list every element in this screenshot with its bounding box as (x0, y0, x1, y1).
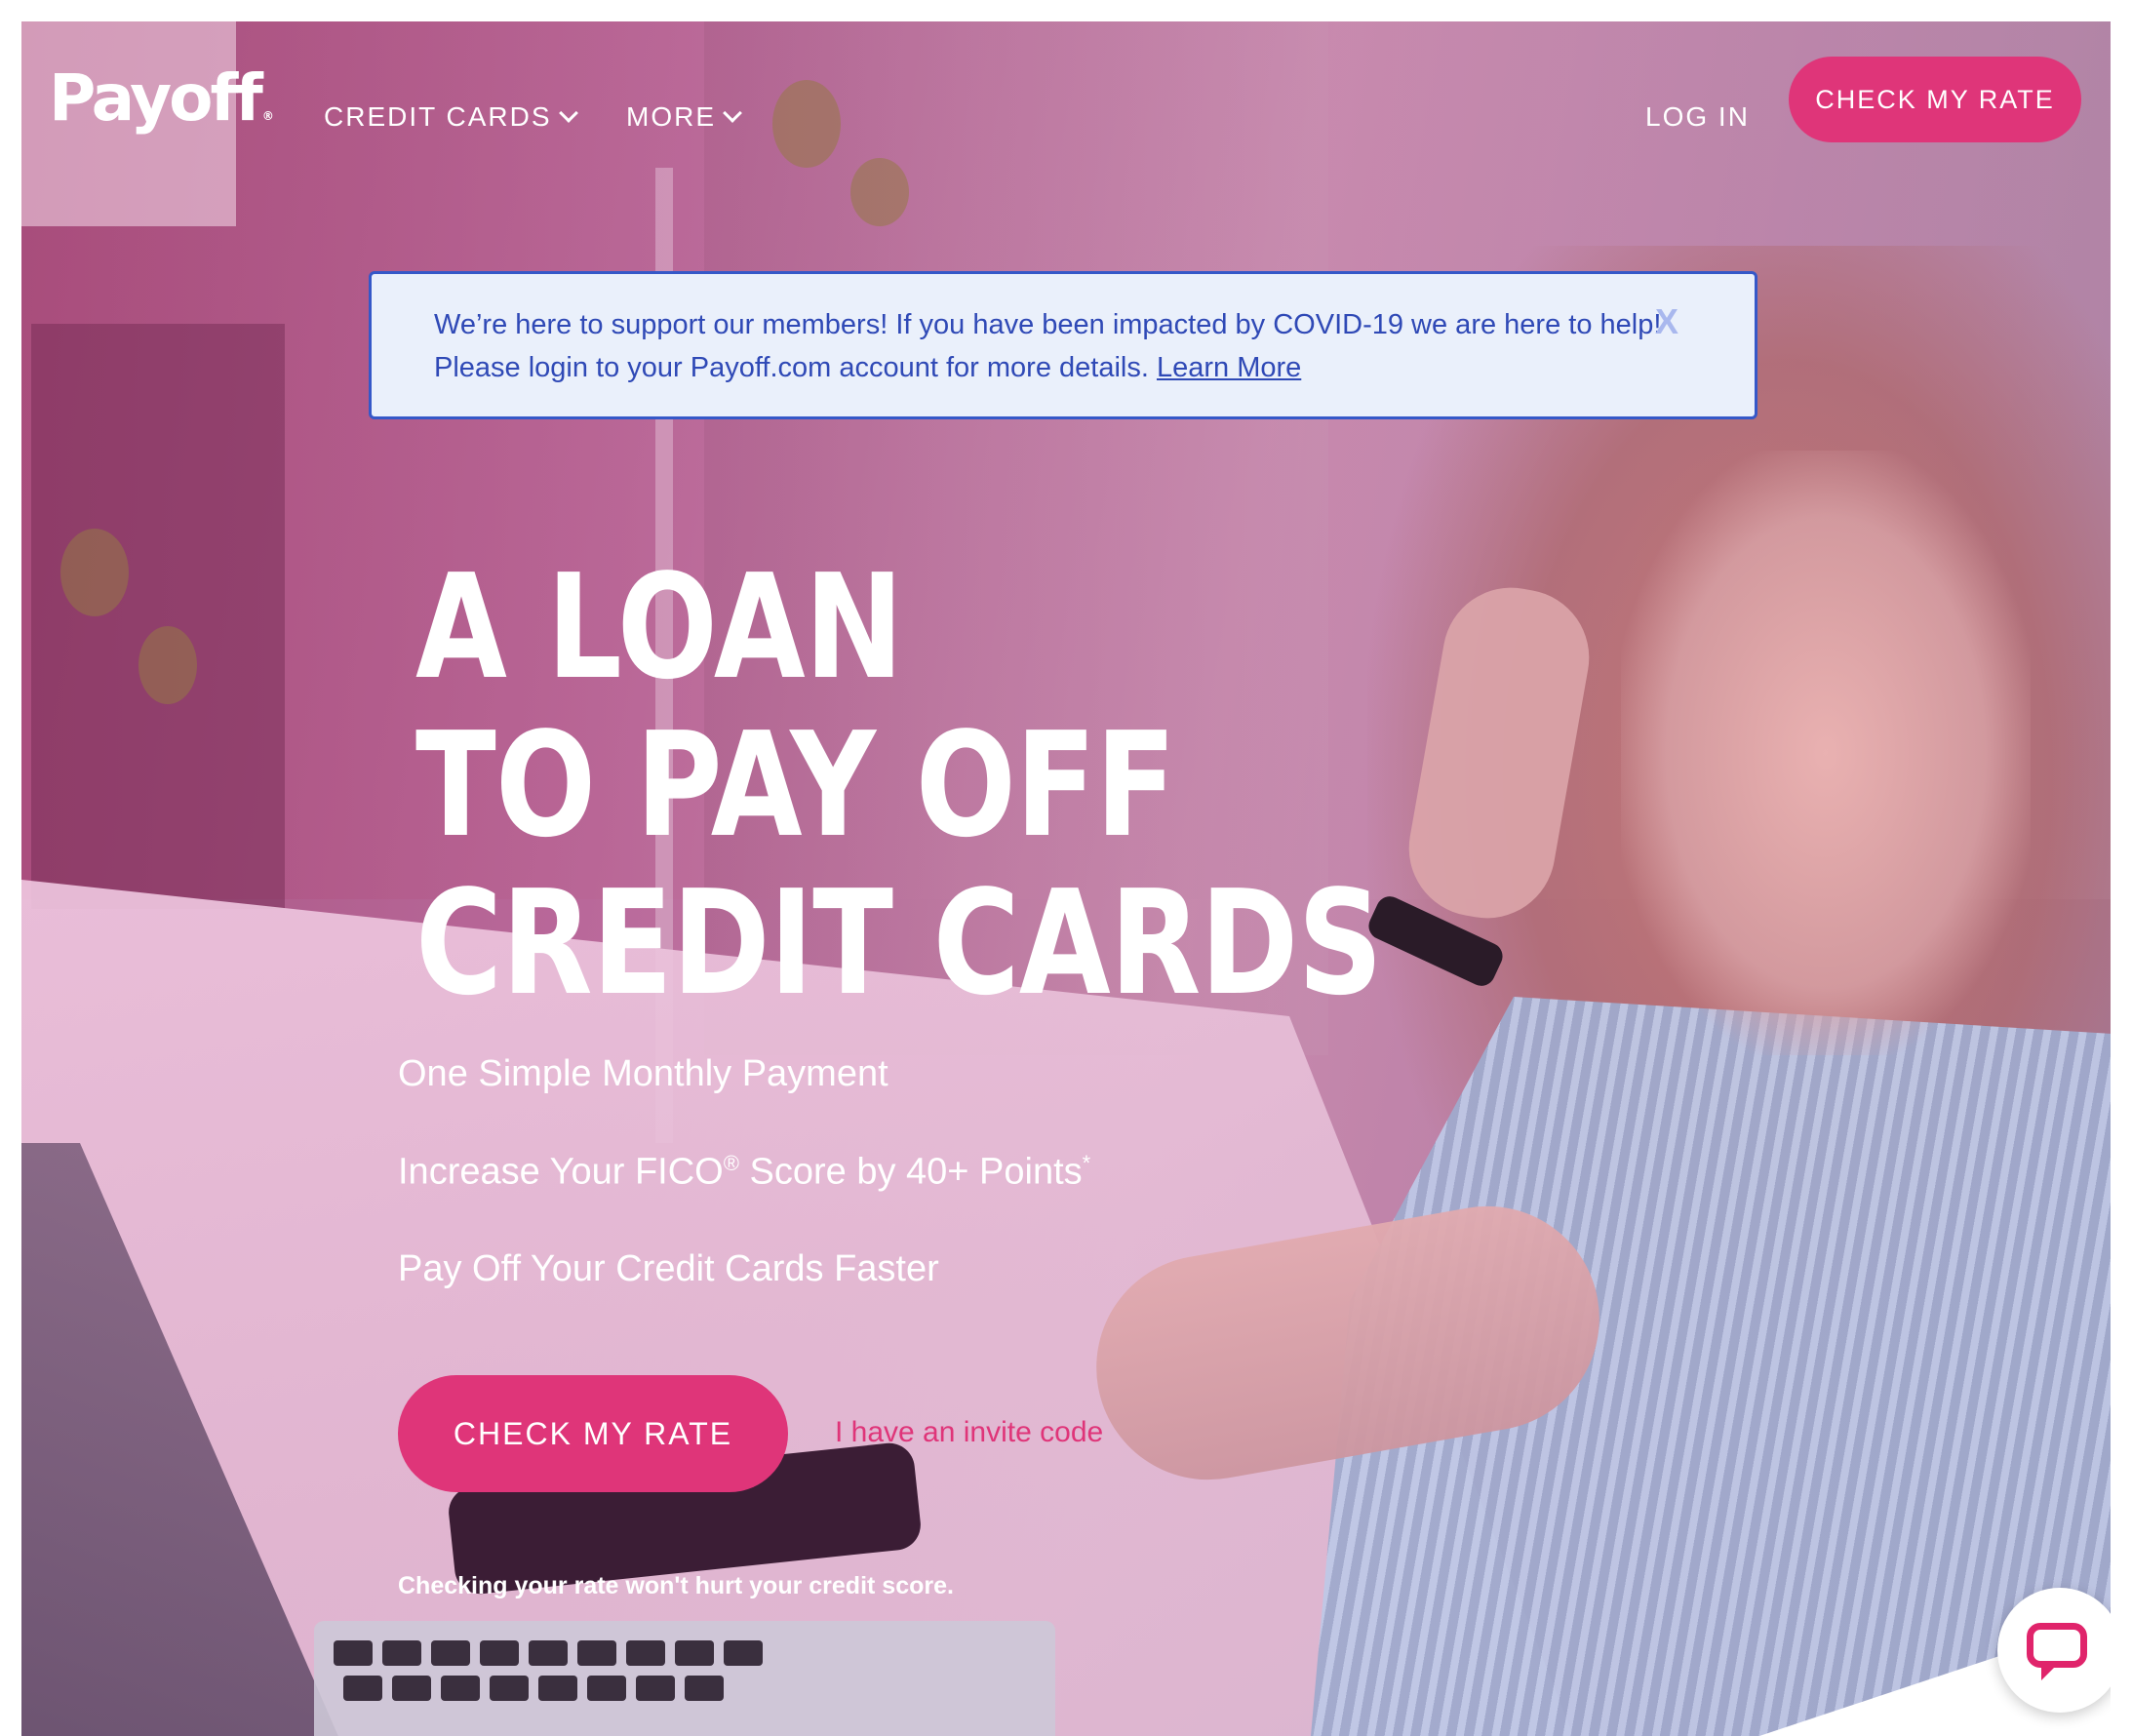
footnote-asterisk: * (1082, 1151, 1091, 1175)
logo-registered-mark: ® (261, 109, 274, 123)
learn-more-link[interactable]: Learn More (1157, 352, 1301, 383)
benefit-fico-score: Increase Your FICO® Score by 40+ Points* (398, 1151, 1090, 1194)
benefit-fico-prefix: Increase Your FICO (398, 1151, 724, 1193)
nav-more[interactable]: MORE (626, 101, 742, 133)
nav-more-label: MORE (626, 101, 716, 132)
hero-check-rate-button[interactable]: CHECK MY RATE (398, 1375, 788, 1492)
benefit-fico-suffix: Score by 40+ Points (738, 1151, 1083, 1193)
site-header: Payoff ® CREDIT CARDS MORE LOG IN CHECK M… (21, 21, 2111, 178)
credit-score-disclaimer: Checking your rate won't hurt your credi… (398, 1572, 954, 1599)
chevron-down-icon (723, 103, 742, 123)
hero-title: A LOAN TO PAY OFF CREDIT CARDS (415, 543, 1383, 1027)
covid-alert-banner: We’re here to support our members! If yo… (369, 271, 1757, 419)
hero-title-line: A LOAN (415, 543, 903, 711)
alert-text: We’re here to support our members! If yo… (434, 309, 1662, 383)
login-link[interactable]: LOG IN (1645, 101, 1750, 133)
background-panel (31, 324, 285, 909)
page-viewport: Payoff ® CREDIT CARDS MORE LOG IN CHECK M… (21, 21, 2111, 1736)
close-icon[interactable]: X (1655, 301, 1678, 342)
background-leaf (138, 626, 197, 704)
hero-title-line: TO PAY OFF (415, 701, 1176, 869)
alert-message: We’re here to support our members! If yo… (434, 303, 1673, 389)
payoff-logo[interactable]: Payoff ® (49, 60, 274, 136)
header-check-rate-button[interactable]: CHECK MY RATE (1789, 57, 2081, 142)
logo-text: Payoff (49, 60, 263, 136)
background-person-face (1621, 451, 2031, 1055)
benefit-monthly-payment: One Simple Monthly Payment (398, 1053, 888, 1094)
chat-bubble-icon (2027, 1623, 2087, 1680)
chat-widget-button[interactable] (1997, 1588, 2111, 1713)
hero-title-line: CREDIT CARDS (415, 859, 1383, 1027)
nav-credit-cards-label: CREDIT CARDS (324, 101, 552, 132)
benefit-pay-faster: Pay Off Your Credit Cards Faster (398, 1248, 939, 1289)
chevron-down-icon (558, 103, 578, 123)
background-leaf (60, 529, 129, 616)
invite-code-link[interactable]: I have an invite code (835, 1416, 1103, 1449)
registered-mark: ® (723, 1151, 739, 1175)
nav-credit-cards[interactable]: CREDIT CARDS (324, 101, 578, 133)
background-keyboard (314, 1621, 1055, 1736)
